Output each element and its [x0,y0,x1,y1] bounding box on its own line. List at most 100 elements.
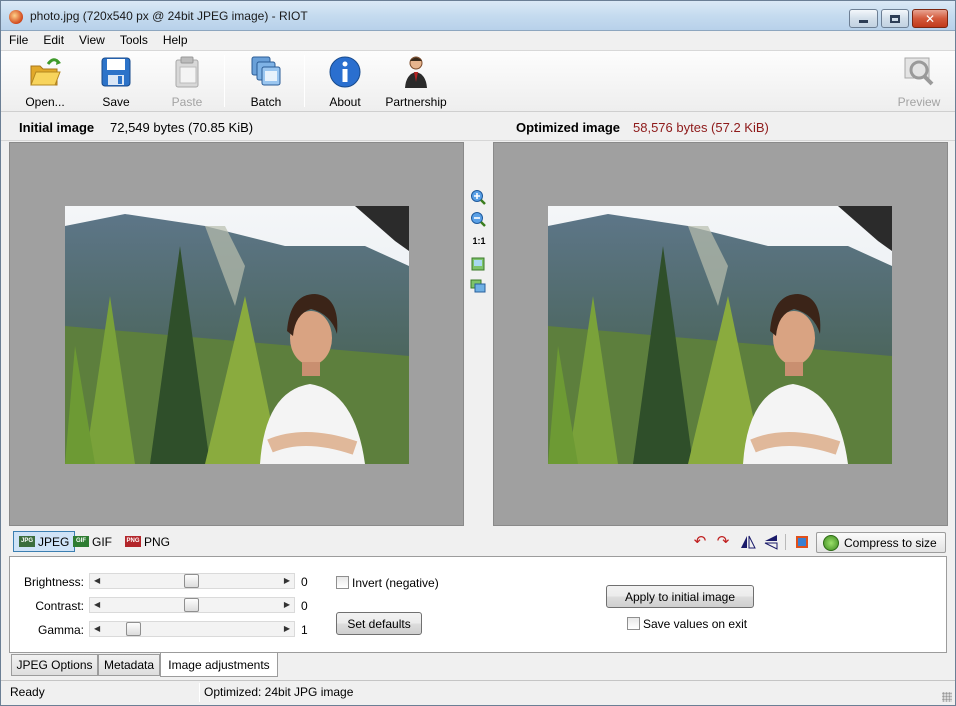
paste-label: Paste [171,95,203,109]
tab-png-label: PNG [144,534,171,549]
riot-app-icon[interactable] [9,10,23,24]
set-defaults-button[interactable]: Set defaults [336,612,422,635]
tab-jpeg-options[interactable]: JPEG Options [11,654,98,676]
slider-left-arrow-icon[interactable]: ◀ [94,576,100,585]
invert-checkbox[interactable] [336,576,349,589]
businessman-icon [399,55,433,89]
close-button[interactable]: ✕ [912,9,948,28]
save-values-label[interactable]: Save values on exit [643,617,747,631]
tab-jpeg[interactable]: JPG JPEG [13,531,76,552]
menu-view[interactable]: View [70,31,111,50]
gif-format-icon: GIF [73,536,89,547]
tab-image-adjustments[interactable]: Image adjustments [160,653,278,677]
preview-label: Preview [897,95,941,109]
menu-help[interactable]: Help [154,31,194,50]
toolbar: Open... Save Paste Batch About Partnersh… [1,50,955,112]
open-folder-icon [28,55,62,89]
menu-edit[interactable]: Edit [34,31,70,50]
zoom-out-icon[interactable] [470,211,486,227]
batch-stack-icon [249,55,283,89]
compare-images-icon[interactable] [470,278,486,294]
toolbar-separator [304,55,305,107]
preview-magnifier-icon [902,55,936,89]
tab-metadata[interactable]: Metadata [98,654,160,676]
rotate-right-icon[interactable]: ↷ [715,534,731,550]
brightness-label: Brightness: [23,575,84,589]
save-button[interactable]: Save [97,53,135,109]
about-button[interactable]: About [324,53,366,109]
close-icon: ✕ [924,11,936,26]
format-tabs-row: JPG JPEG GIF GIF PNG PNG ↶ ↷ Compress to… [1,528,955,554]
maximize-icon [890,14,900,23]
minimize-button[interactable] [849,9,878,28]
title-bar[interactable]: photo.jpg (720x540 px @ 24bit JPEG image… [1,1,955,31]
contrast-value: 0 [301,599,308,613]
app-window: photo.jpg (720x540 px @ 24bit JPEG image… [0,0,956,706]
batch-label: Batch [250,95,282,109]
zoom-actual-size[interactable]: 1:1 [470,236,488,246]
preview-button[interactable]: Preview [895,53,943,109]
tools-separator [785,534,786,550]
tab-gif-label: GIF [92,534,112,549]
menu-tools[interactable]: Tools [111,31,154,50]
save-disk-icon [99,55,133,89]
tab-png[interactable]: PNG PNG [120,531,175,552]
paste-button[interactable]: Paste [167,53,207,109]
tab-gif[interactable]: GIF GIF [68,531,117,552]
resize-icon[interactable] [794,534,810,550]
slider-left-arrow-icon[interactable]: ◀ [94,624,100,633]
apply-to-initial-image-button[interactable]: Apply to initial image [606,585,754,608]
slider-left-arrow-icon[interactable]: ◀ [94,600,100,609]
minimize-icon [859,20,868,23]
gamma-label: Gamma: [37,623,84,637]
gamma-slider-thumb[interactable] [126,622,141,636]
brightness-value: 0 [301,575,308,589]
jpeg-format-icon: JPG [19,536,35,547]
flip-vertical-icon[interactable] [763,534,779,550]
menu-file[interactable]: File [1,31,34,50]
initial-image-size: 72,549 bytes (70.85 KiB) [110,120,254,135]
slider-right-arrow-icon[interactable]: ▶ [284,600,290,609]
initial-image-label: Initial image [19,120,95,135]
flip-horizontal-icon[interactable] [740,534,756,550]
png-format-icon: PNG [125,536,141,547]
save-values-checkbox[interactable] [627,617,640,630]
rotate-left-icon[interactable]: ↶ [692,534,708,550]
slider-right-arrow-icon[interactable]: ▶ [284,576,290,585]
tab-jpeg-label: JPEG [38,534,70,549]
initial-image-pane[interactable] [9,142,464,526]
partnership-label: Partnership [385,95,447,109]
slider-right-arrow-icon[interactable]: ▶ [284,624,290,633]
status-separator [199,683,200,702]
image-adjustments-panel: Brightness: ◀ ▶ 0 Contrast: ◀ ▶ 0 Gamma:… [9,556,947,653]
compress-to-size-label: Compress to size [844,535,937,550]
brightness-slider[interactable]: ◀ ▶ [89,573,295,589]
contrast-slider[interactable]: ◀ ▶ [89,597,295,613]
gamma-slider[interactable]: ◀ ▶ [89,621,295,637]
about-label: About [329,95,361,109]
save-label: Save [102,95,130,109]
optimized-image-label: Optimized image [516,120,621,135]
toolbar-separator [224,55,225,107]
brightness-slider-thumb[interactable] [184,574,199,588]
optimized-image-pane[interactable] [493,142,948,526]
resize-grip-icon[interactable] [942,692,952,702]
open-button[interactable]: Open... [21,53,69,109]
initial-image[interactable] [65,206,409,464]
optimized-image[interactable] [548,206,892,464]
partnership-button[interactable]: Partnership [381,53,451,109]
maximize-button[interactable] [881,9,909,28]
status-bar: Ready Optimized: 24bit JPG image [1,680,955,705]
menu-bar: File Edit View Tools Help [1,31,955,50]
compress-icon [823,534,839,551]
open-label: Open... [25,95,65,109]
fit-image-icon[interactable] [470,256,486,272]
zoom-in-icon[interactable] [470,189,486,205]
paste-clipboard-icon [170,55,204,89]
status-optimized: Optimized: 24bit JPG image [204,685,354,699]
invert-label[interactable]: Invert (negative) [352,576,439,590]
optimized-image-size: 58,576 bytes (57.2 KiB) [633,120,769,135]
batch-button[interactable]: Batch [245,53,287,109]
contrast-slider-thumb[interactable] [184,598,199,612]
compress-to-size-button[interactable]: Compress to size [816,532,946,553]
